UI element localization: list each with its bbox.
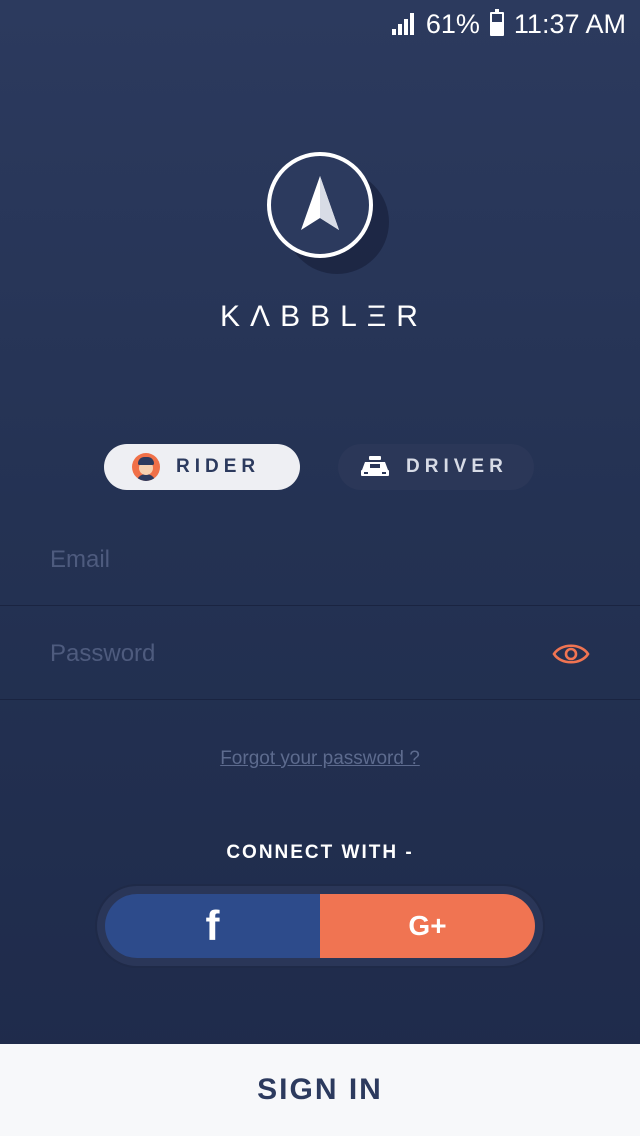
rider-toggle-button[interactable]: RIDER — [104, 444, 300, 490]
social-login-group: f G+ — [97, 886, 543, 966]
email-row — [0, 514, 640, 606]
connect-with-label: CONNECT WITH - — [226, 842, 414, 863]
app-logo — [267, 152, 389, 274]
google-plus-icon: G+ — [408, 910, 447, 941]
battery-percent: 61% — [425, 8, 480, 39]
password-row — [0, 608, 640, 700]
rider-label: RIDER — [176, 456, 261, 477]
driver-label: DRIVER — [406, 456, 508, 477]
compass-arrow-icon — [267, 152, 373, 258]
battery-icon — [489, 9, 504, 36]
rider-avatar-icon — [132, 453, 160, 481]
password-field[interactable] — [50, 608, 530, 700]
role-toggle: RIDER DRIVER — [0, 444, 640, 490]
google-plus-login-button[interactable]: G+ — [320, 894, 535, 958]
sign-in-button[interactable]: SIGN IN — [0, 1044, 640, 1136]
forgot-password-link[interactable]: Forgot your password ? — [0, 748, 640, 770]
driver-toggle-button[interactable]: DRIVER — [338, 444, 534, 490]
facebook-icon: f — [205, 902, 220, 949]
eye-icon[interactable] — [552, 640, 590, 668]
facebook-login-button[interactable]: f — [105, 894, 320, 958]
email-field[interactable] — [50, 514, 530, 606]
brand-name: KΛBBLΞR — [220, 300, 428, 333]
signal-icon — [391, 13, 416, 35]
status-bar: 61% 11:37 AM — [0, 0, 640, 48]
taxi-icon — [361, 456, 389, 476]
status-time: 11:37 AM — [513, 8, 626, 39]
